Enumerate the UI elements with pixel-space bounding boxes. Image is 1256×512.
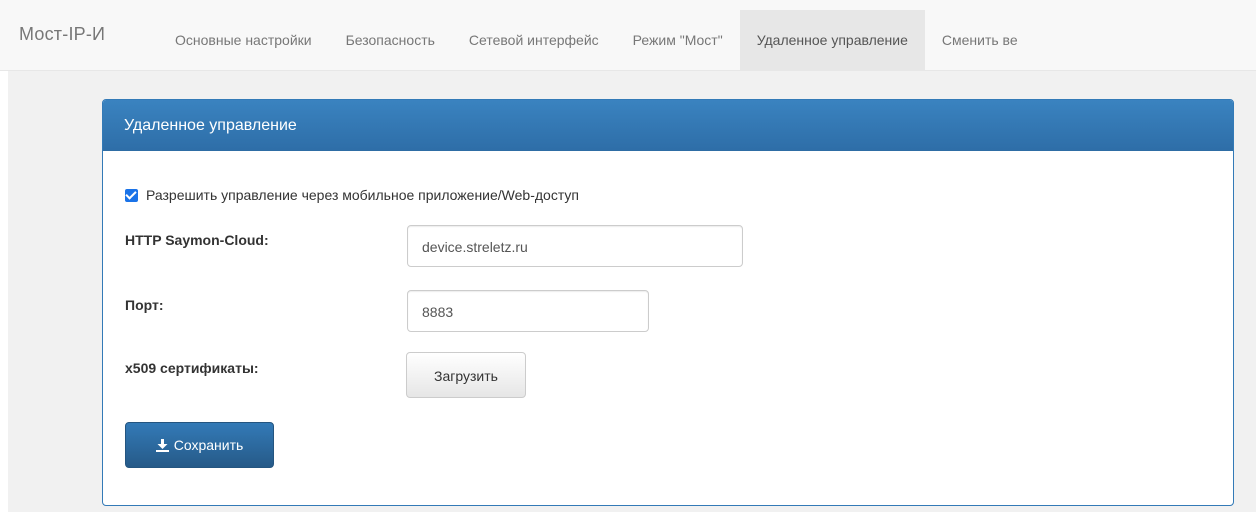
nav-item-network-interface[interactable]: Сетевой интерфейс xyxy=(452,10,616,70)
save-button-label: Сохранить xyxy=(173,437,244,453)
nav-item-remote-control[interactable]: Удаленное управление xyxy=(739,10,925,70)
brand-title[interactable]: Мост-IP-И xyxy=(19,24,105,45)
remote-access-checkbox-label: Разрешить управление через мобильное при… xyxy=(146,187,579,203)
port-label: Порт: xyxy=(125,297,164,313)
http-saymon-cloud-label: HTTP Saymon-Cloud: xyxy=(125,232,269,248)
nav-item-security[interactable]: Безопасность xyxy=(329,10,452,70)
top-navbar: Мост-IP-И Основные настройки Безопасност… xyxy=(0,0,1256,71)
x509-certificates-label: x509 сертификаты: xyxy=(125,360,259,376)
http-saymon-cloud-input[interactable]: device.streletz.ru xyxy=(407,225,743,267)
nav-item-basic-settings[interactable]: Основные настройки xyxy=(158,10,329,70)
save-button[interactable]: Сохранить xyxy=(125,422,274,468)
remote-access-checkbox-row[interactable]: Разрешить управление через мобильное при… xyxy=(125,187,579,203)
port-input[interactable]: 8883 xyxy=(407,290,649,332)
panel-title: Удаленное управление xyxy=(103,100,1233,151)
nav-item-bridge-mode[interactable]: Режим "Мост" xyxy=(616,10,740,70)
checkmark-icon xyxy=(125,187,137,200)
main-nav: Основные настройки Безопасность Сетевой … xyxy=(158,10,1035,70)
upload-button[interactable]: Загрузить xyxy=(406,352,526,398)
remote-access-checkbox[interactable] xyxy=(125,187,138,202)
download-icon xyxy=(155,438,169,452)
nav-item-change-version[interactable]: Сменить ве xyxy=(925,10,1035,70)
remote-control-panel: Удаленное управление Разрешить управлени… xyxy=(102,99,1234,506)
